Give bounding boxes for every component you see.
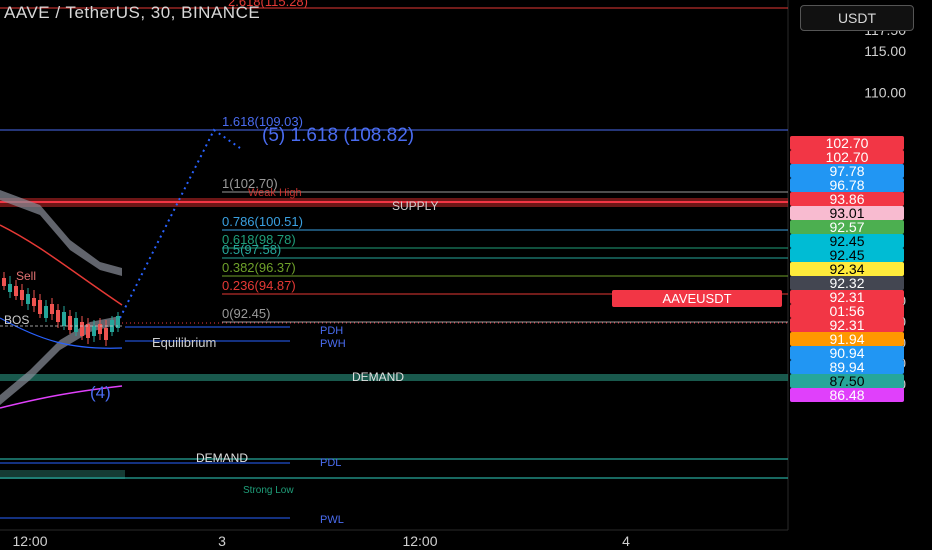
fib-label-7: 0(92.45)	[222, 306, 270, 321]
wave-5-label: (5) 1.618 (108.82)	[262, 125, 414, 146]
strong-low-label: Strong Low	[243, 485, 294, 496]
fib-label-2: 0.786(100.51)	[222, 214, 303, 229]
y-tick-1: 115.00	[864, 43, 906, 59]
fib-label-6: 0.236(94.87)	[222, 278, 296, 293]
price-chart[interactable]: 2.618(115.28)SUPPLYDEMANDDEMAND1.618(109…	[0, 0, 932, 550]
candle-body-16	[98, 324, 102, 334]
candle-body-7	[44, 306, 48, 318]
candle-body-10	[62, 312, 66, 326]
x-tick-1: 3	[218, 533, 226, 549]
candle-body-5	[32, 298, 36, 306]
x-tick-3: 4	[622, 533, 630, 549]
x-tick-0: 12:00	[12, 533, 47, 549]
weak-high-label: Weak High	[248, 187, 302, 199]
supply-label: SUPPLY	[392, 199, 438, 213]
pdh-label: PDH	[320, 325, 343, 337]
candle-body-9	[56, 310, 60, 322]
y-tick-2: 110.00	[864, 84, 906, 100]
price-tag-18: 86.48	[829, 387, 864, 403]
equilibrium-label: Equilibrium	[152, 335, 216, 350]
bos-label: BOS	[4, 313, 29, 327]
fib-label-4: 0.5(97.58)	[222, 242, 281, 257]
symbol-title: AAVE / TetherUS, 30, BINANCE	[4, 3, 261, 22]
candle-body-13	[80, 322, 84, 336]
candle-body-1	[8, 284, 12, 292]
candle-body-12	[74, 318, 78, 332]
candle-body-8	[50, 304, 54, 314]
last-price-symbol-tag: AAVEUSDT	[662, 291, 731, 306]
currency-button[interactable]: USDT	[800, 5, 914, 31]
candle-body-0	[2, 278, 6, 286]
fib-label-5: 0.382(96.37)	[222, 260, 296, 275]
pwh-label: PWH	[320, 338, 346, 350]
candle-body-17	[104, 328, 108, 340]
candle-body-4	[26, 294, 30, 304]
candle-body-6	[38, 300, 42, 314]
pdl-label: PDL	[320, 457, 341, 469]
candle-body-3	[20, 290, 24, 300]
candle-body-2	[14, 286, 18, 296]
candle-body-15	[92, 326, 96, 336]
x-tick-2: 12:00	[402, 533, 437, 549]
demand-label-1: DEMAND	[352, 370, 404, 384]
wave-4-label: (4)	[90, 383, 111, 402]
pwl-label: PWL	[320, 514, 344, 526]
sell-label: Sell	[16, 269, 36, 283]
candle-body-11	[68, 316, 72, 330]
